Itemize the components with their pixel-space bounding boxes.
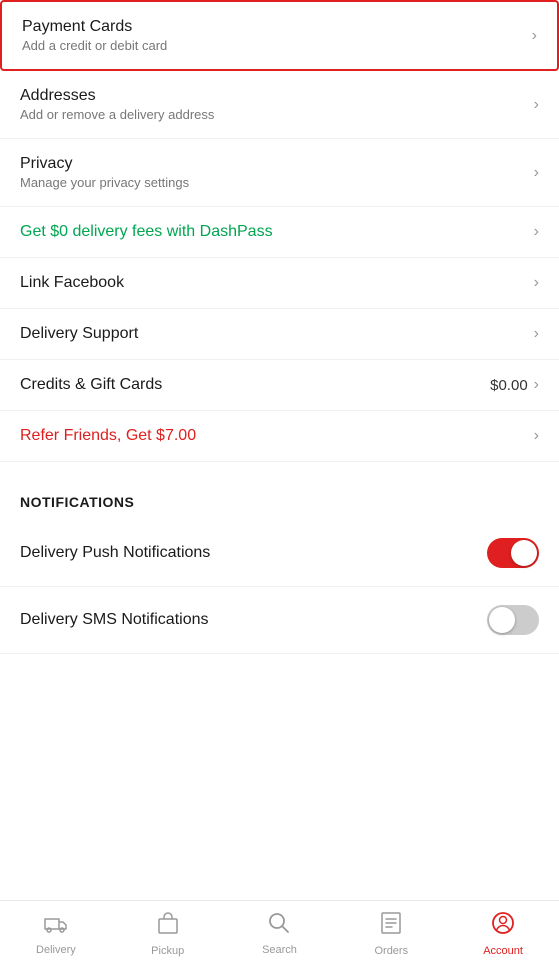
menu-item-payment-cards[interactable]: Payment Cards Add a credit or debit card… — [0, 0, 559, 71]
menu-list: Payment Cards Add a credit or debit card… — [0, 0, 559, 462]
toggle-track-on — [487, 538, 539, 568]
credits-value: $0.00 — [490, 377, 528, 394]
delivery-nav-label: Delivery — [36, 944, 76, 956]
chevron-icon: › — [534, 325, 539, 343]
chevron-icon: › — [532, 27, 537, 45]
payment-cards-subtitle: Add a credit or debit card — [22, 38, 167, 53]
delivery-icon — [43, 912, 69, 940]
toggle-track-off — [487, 605, 539, 635]
menu-item-refer-friends[interactable]: Refer Friends, Get $7.00 › — [0, 411, 559, 462]
pickup-nav-label: Pickup — [151, 945, 184, 957]
nav-item-account[interactable]: Account — [447, 901, 559, 967]
privacy-subtitle: Manage your privacy settings — [20, 175, 189, 190]
delivery-sms-label: Delivery SMS Notifications — [20, 611, 209, 629]
payment-cards-title: Payment Cards — [22, 18, 167, 36]
addresses-title: Addresses — [20, 87, 214, 105]
menu-item-addresses[interactable]: Addresses Add or remove a delivery addre… — [0, 71, 559, 139]
pickup-icon — [157, 911, 179, 941]
main-content: Payment Cards Add a credit or debit card… — [0, 0, 559, 721]
menu-item-delivery-support[interactable]: Delivery Support › — [0, 309, 559, 360]
account-icon — [491, 911, 515, 941]
nav-item-search[interactable]: Search — [224, 901, 336, 967]
dashpass-title: Get $0 delivery fees with DashPass — [20, 223, 273, 241]
menu-item-link-facebook[interactable]: Link Facebook › — [0, 258, 559, 309]
chevron-icon: › — [534, 96, 539, 114]
menu-item-privacy[interactable]: Privacy Manage your privacy settings › — [0, 139, 559, 207]
nav-item-orders[interactable]: Orders — [335, 901, 447, 967]
nav-item-delivery[interactable]: Delivery — [0, 901, 112, 967]
notifications-header: NOTIFICATIONS — [0, 470, 559, 520]
toggle-row-delivery-sms: Delivery SMS Notifications — [0, 587, 559, 654]
delivery-push-label: Delivery Push Notifications — [20, 544, 210, 562]
chevron-icon: › — [534, 427, 539, 445]
notifications-section: NOTIFICATIONS Delivery Push Notification… — [0, 470, 559, 654]
chevron-icon: › — [534, 164, 539, 182]
bottom-nav: Delivery Pickup Search — [0, 900, 559, 967]
toggle-thumb — [511, 540, 537, 566]
nav-item-pickup[interactable]: Pickup — [112, 901, 224, 967]
delivery-support-title: Delivery Support — [20, 325, 138, 343]
search-icon — [268, 912, 290, 940]
orders-icon — [380, 911, 402, 941]
delivery-sms-toggle[interactable] — [487, 605, 539, 635]
link-facebook-title: Link Facebook — [20, 274, 124, 292]
chevron-icon: › — [534, 274, 539, 292]
menu-item-dashpass[interactable]: Get $0 delivery fees with DashPass › — [0, 207, 559, 258]
credits-gift-cards-title: Credits & Gift Cards — [20, 376, 162, 394]
toggle-thumb — [489, 607, 515, 633]
orders-nav-label: Orders — [374, 945, 408, 957]
account-nav-label: Account — [483, 945, 523, 957]
menu-item-credits-gift-cards[interactable]: Credits & Gift Cards $0.00 › — [0, 360, 559, 411]
privacy-title: Privacy — [20, 155, 189, 173]
toggle-row-delivery-push: Delivery Push Notifications — [0, 520, 559, 587]
chevron-icon: › — [534, 376, 539, 394]
chevron-icon: › — [534, 223, 539, 241]
search-nav-label: Search — [262, 944, 297, 956]
addresses-subtitle: Add or remove a delivery address — [20, 107, 214, 122]
refer-friends-title: Refer Friends, Get $7.00 — [20, 427, 196, 445]
delivery-push-toggle[interactable] — [487, 538, 539, 568]
